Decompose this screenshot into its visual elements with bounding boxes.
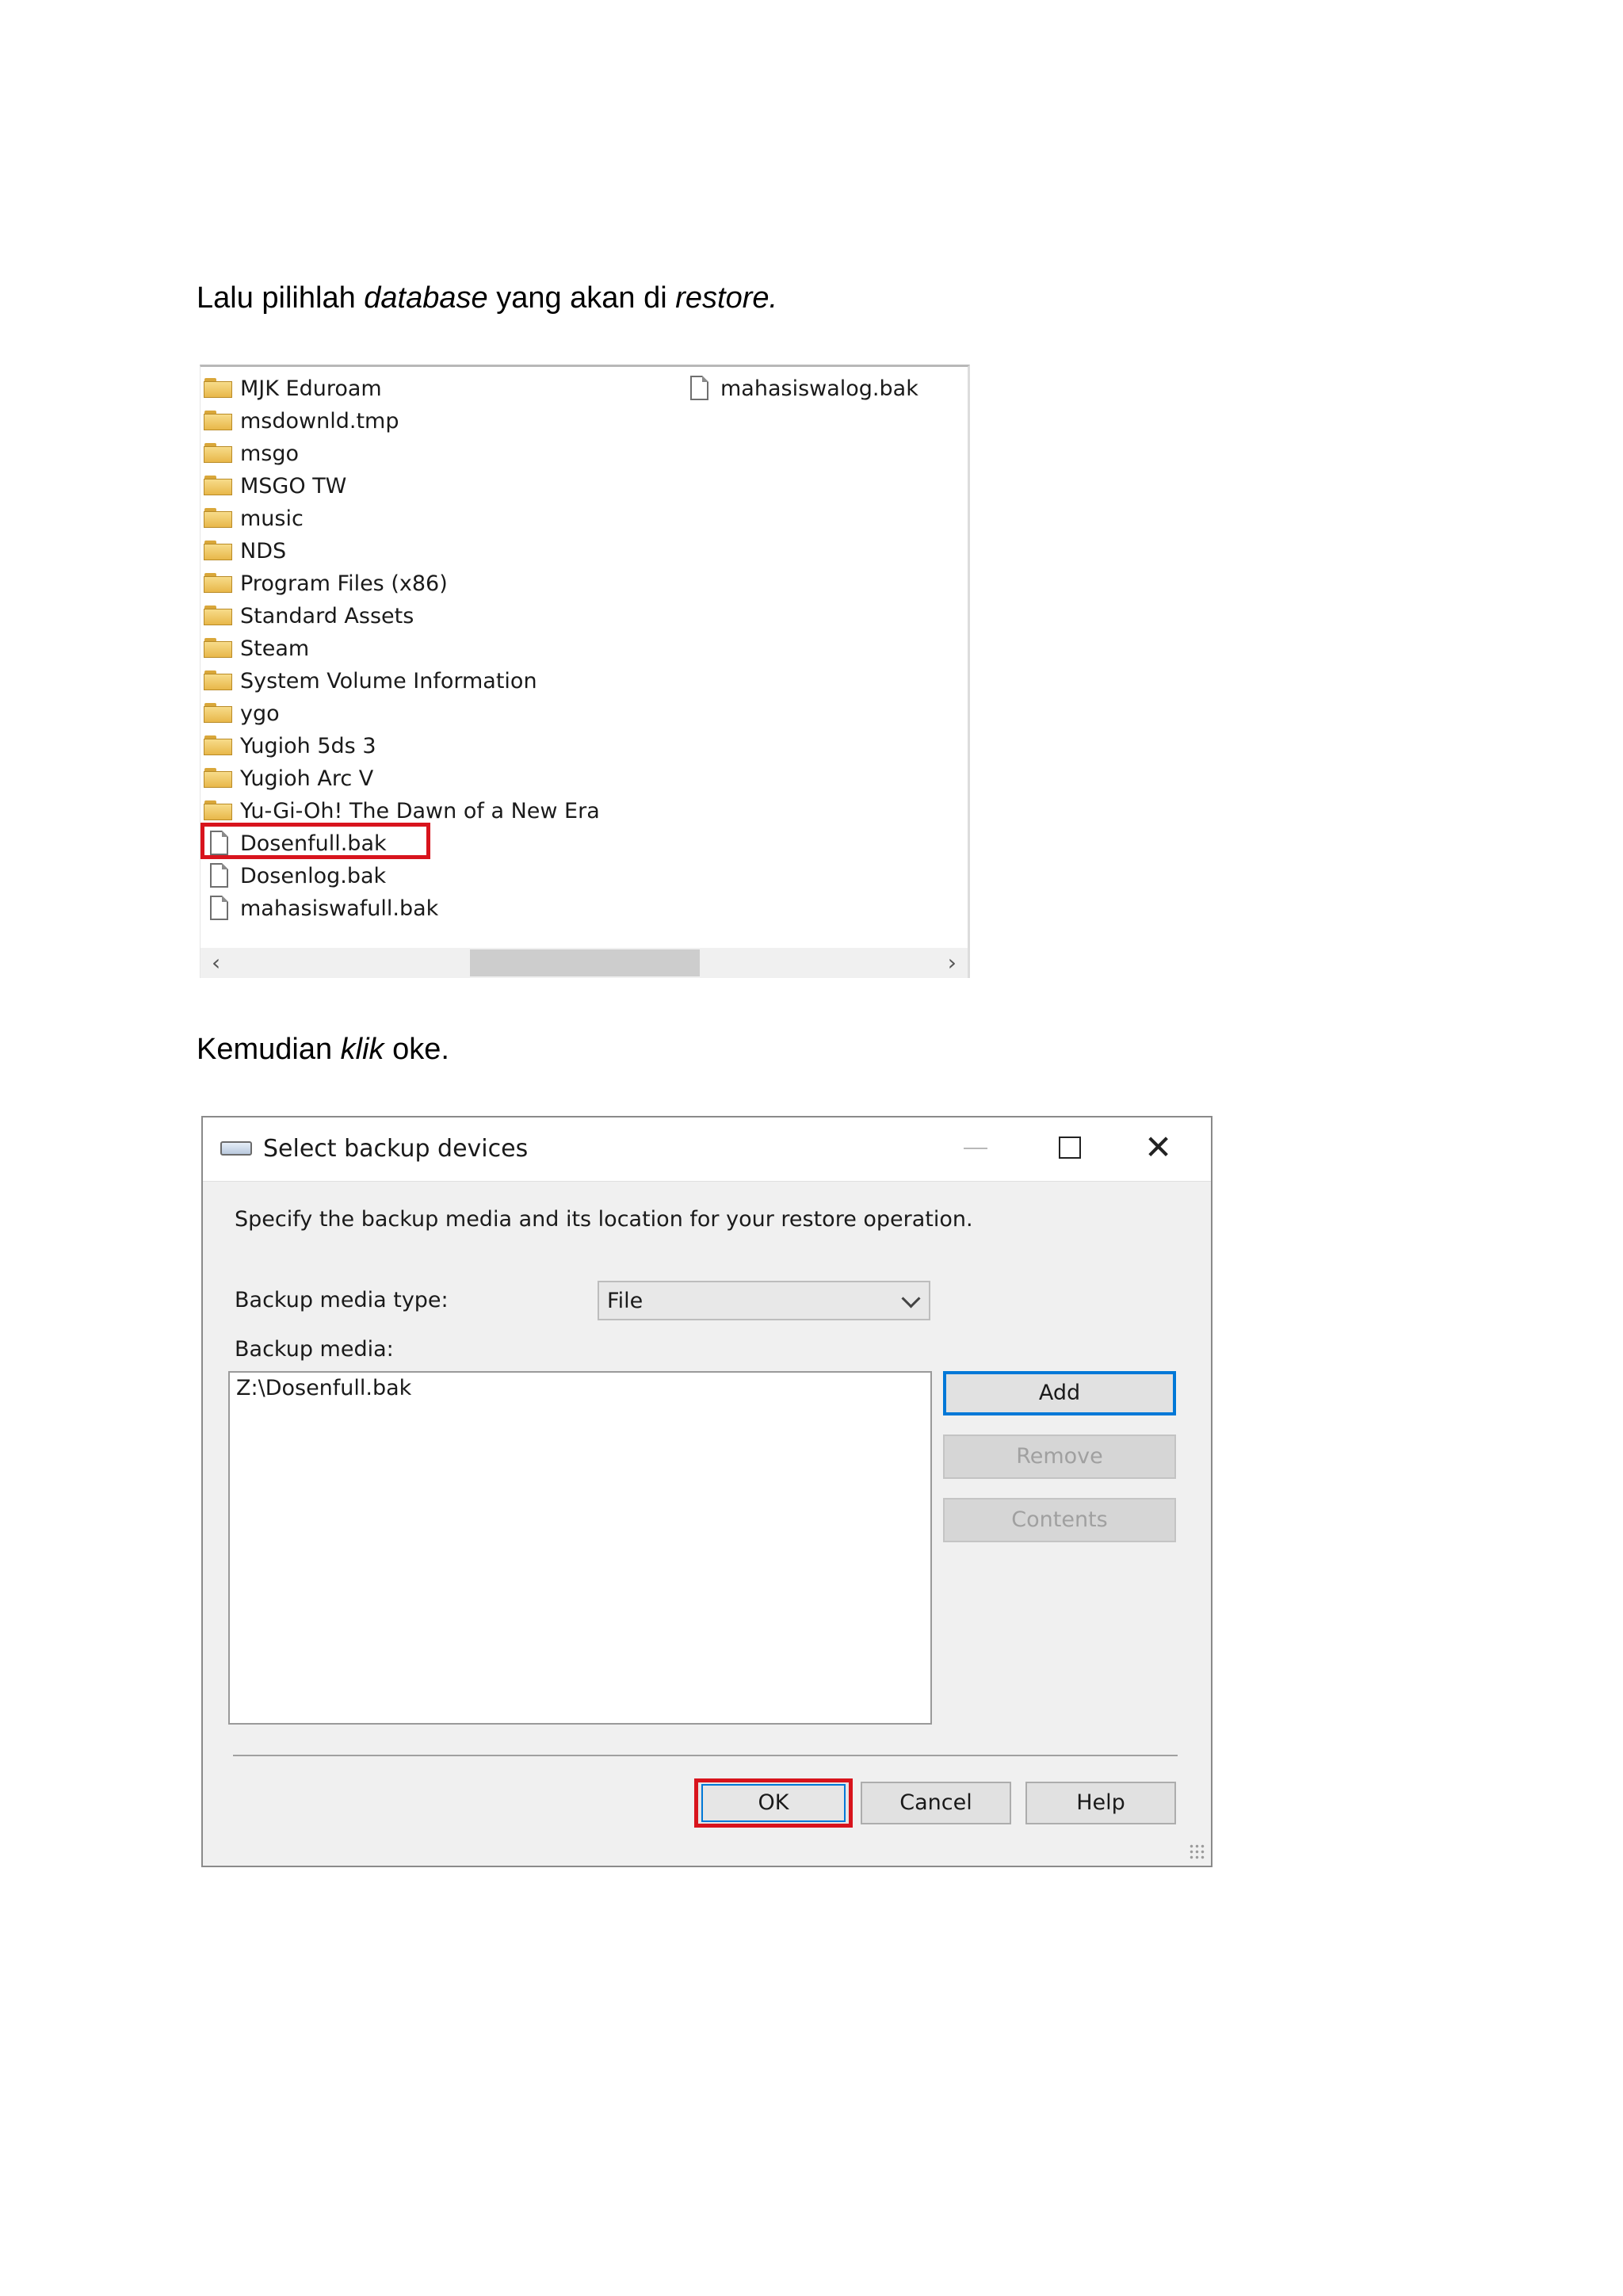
media-type-value: File: [607, 1289, 643, 1313]
help-button[interactable]: Help: [1025, 1782, 1176, 1824]
horizontal-scrollbar[interactable]: ‹ ›: [200, 948, 968, 978]
file-name: MJK Eduroam: [240, 376, 382, 401]
media-type-label: Backup media type:: [235, 1288, 449, 1312]
minimize-button: [964, 1148, 987, 1149]
file-list-item[interactable]: MSGO TW: [204, 472, 346, 500]
backup-media-label: Backup media:: [235, 1337, 394, 1362]
highlight-box-dosenfull: [200, 823, 430, 859]
media-type-dropdown[interactable]: File: [598, 1281, 930, 1320]
instruction-text: Kemudian: [197, 1033, 341, 1066]
list-item[interactable]: Z:\Dosenfull.bak: [236, 1374, 411, 1403]
file-name: music: [240, 506, 304, 531]
chevron-down-icon: [901, 1289, 921, 1308]
file-icon: [208, 896, 231, 921]
scroll-right-icon[interactable]: ›: [948, 949, 957, 976]
file-browser-list: MJK Eduroam msdownld.tmp msgo MSGO TW music N…: [200, 365, 970, 978]
folder-icon: [204, 378, 234, 399]
file-icon: [208, 863, 231, 888]
scroll-left-icon[interactable]: ‹: [212, 949, 220, 976]
contents-button[interactable]: Contents: [943, 1498, 1176, 1542]
instruction-italic-restore: restore.: [675, 281, 778, 315]
folder-icon: [204, 476, 234, 496]
file-list-item[interactable]: msdownld.tmp: [204, 407, 399, 435]
backup-media-list[interactable]: Z:\Dosenfull.bak: [228, 1371, 932, 1725]
instruction-text: Lalu pilihlah: [197, 281, 365, 315]
file-list-item[interactable]: Yugioh Arc V: [204, 764, 373, 793]
file-name: Dosenlog.bak: [240, 863, 387, 888]
folder-icon: [204, 735, 234, 756]
cancel-button[interactable]: Cancel: [861, 1782, 1011, 1824]
file-name: mahasiswafull.bak: [240, 896, 439, 921]
file-name: NDS: [240, 538, 287, 563]
folder-icon: [204, 800, 234, 821]
file-list-item[interactable]: Dosenlog.bak: [204, 861, 386, 890]
folder-icon: [204, 670, 234, 691]
file-name: Program Files (x86): [240, 571, 448, 596]
file-name: msdownld.tmp: [240, 408, 399, 434]
folder-icon: [204, 638, 234, 659]
file-name: Standard Assets: [240, 603, 414, 628]
instruction-click-ok: Kemudian klik oke.: [197, 1032, 449, 1067]
remove-button[interactable]: Remove: [943, 1435, 1176, 1479]
file-list-item[interactable]: Program Files (x86): [204, 569, 448, 598]
folder-icon: [204, 411, 234, 431]
file-name: Steam: [240, 636, 310, 661]
folder-icon: [204, 541, 234, 561]
folder-icon: [204, 443, 234, 464]
divider: [233, 1755, 1178, 1756]
file-name: mahasiswalog.bak: [720, 376, 918, 401]
instruction-select-database: Lalu pilihlah database yang akan di rest…: [197, 281, 777, 315]
file-list-item[interactable]: music: [204, 504, 304, 533]
folder-icon: [204, 573, 234, 594]
folder-icon: [204, 508, 234, 529]
file-name: msgo: [240, 441, 300, 466]
file-name: Yu-Gi-Oh! The Dawn of a New Era: [240, 798, 600, 823]
file-icon: [689, 376, 711, 401]
resize-grip-icon[interactable]: [1189, 1843, 1206, 1861]
file-list-item[interactable]: Standard Assets: [204, 602, 414, 630]
ok-button-label: OK: [758, 1790, 789, 1815]
backup-device-icon: [220, 1141, 252, 1156]
file-list-item[interactable]: System Volume Information: [204, 667, 537, 695]
ok-button[interactable]: OK: [694, 1778, 853, 1828]
instruction-text: yang akan di: [487, 281, 676, 315]
file-name: Yugioh 5ds 3: [240, 733, 376, 758]
file-list-item[interactable]: NDS: [204, 537, 286, 565]
folder-icon: [204, 703, 234, 724]
dialog-title: Select backup devices: [263, 1135, 529, 1163]
add-button[interactable]: Add: [943, 1371, 1176, 1415]
select-backup-devices-dialog: Select backup devices ✕ Specify the back…: [201, 1116, 1212, 1867]
file-name: Yugioh Arc V: [240, 766, 374, 791]
close-icon[interactable]: ✕: [1144, 1130, 1172, 1165]
folder-icon: [204, 768, 234, 789]
file-list-item[interactable]: Yugioh 5ds 3: [204, 732, 376, 760]
file-list-item[interactable]: mahasiswafull.bak: [204, 894, 438, 923]
file-list-item[interactable]: msgo: [204, 439, 299, 468]
maximize-button[interactable]: [1059, 1137, 1081, 1159]
instruction-text: oke.: [384, 1033, 449, 1066]
file-list-item[interactable]: Steam: [204, 634, 309, 663]
file-list-item[interactable]: mahasiswalog.bak: [684, 374, 918, 403]
folder-icon: [204, 606, 234, 626]
file-name: System Volume Information: [240, 668, 537, 693]
file-list-item[interactable]: Yu-Gi-Oh! The Dawn of a New Era: [204, 797, 600, 825]
file-list-item[interactable]: MJK Eduroam: [204, 374, 382, 403]
dialog-description: Specify the backup media and its locatio…: [235, 1207, 973, 1232]
file-list-item[interactable]: ygo: [204, 699, 280, 728]
file-name: ygo: [240, 701, 280, 726]
file-name: MSGO TW: [240, 473, 347, 499]
scrollbar-thumb[interactable]: [470, 949, 700, 976]
instruction-italic-klik: klik: [340, 1033, 384, 1066]
instruction-italic-database: database: [364, 281, 488, 315]
dialog-titlebar: Select backup devices ✕: [203, 1117, 1211, 1182]
